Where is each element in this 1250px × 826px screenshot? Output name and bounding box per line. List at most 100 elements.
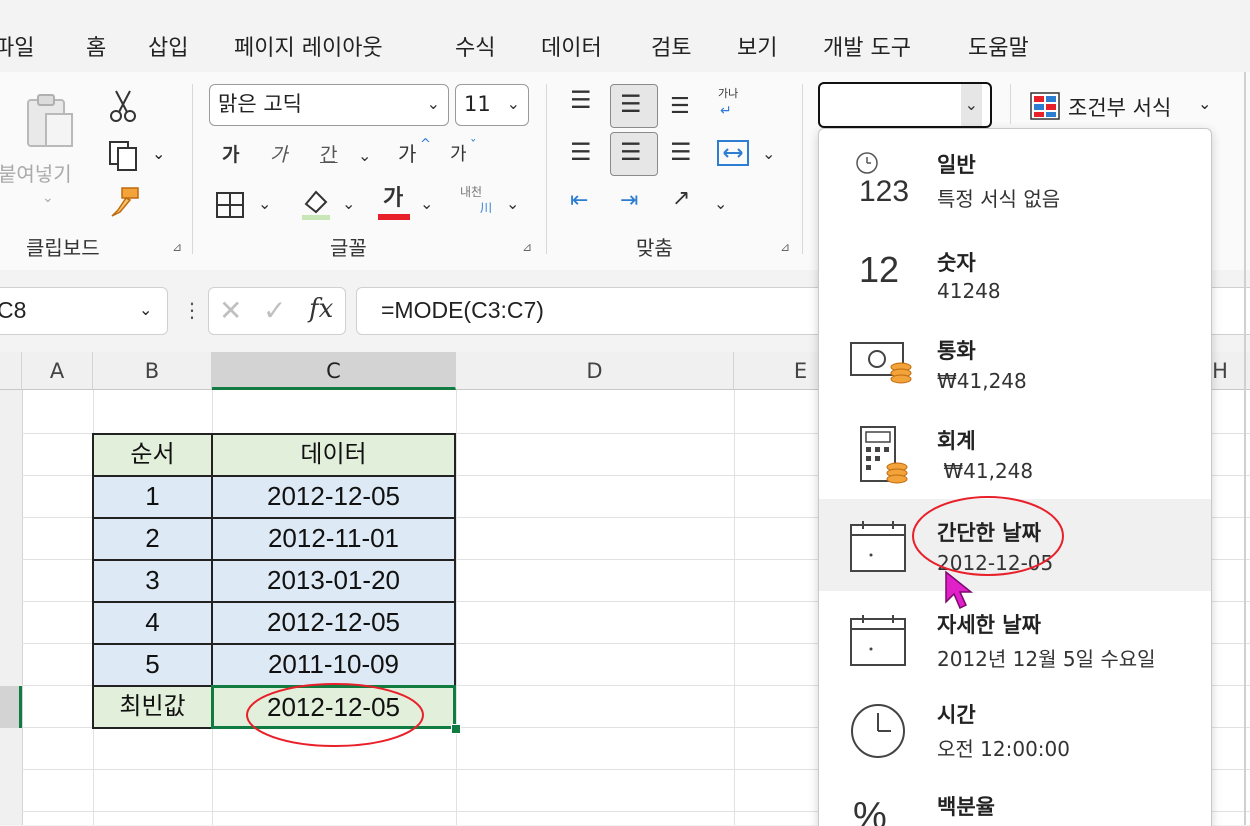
format-option-general[interactable]: 123 일반 특정 서식 없음 — [819, 129, 1211, 221]
merge-center-icon[interactable] — [716, 138, 750, 168]
tab-insert[interactable]: 삽입 — [148, 30, 188, 62]
name-box[interactable]: C8 ⌄ — [0, 287, 168, 335]
table-cell-order[interactable]: 5 — [92, 643, 213, 687]
underline-dropdown-icon[interactable]: ⌄ — [358, 148, 371, 164]
bold-button[interactable]: 가 — [222, 146, 239, 165]
format-option-accounting[interactable]: 회계 ₩41,248 — [819, 405, 1211, 497]
text-orientation-icon[interactable]: ↗ — [672, 188, 690, 210]
table-cell-order[interactable]: 3 — [92, 559, 213, 603]
fill-color-dropdown-icon[interactable]: ⌄ — [342, 196, 355, 212]
table-cell-date[interactable]: 2013-01-20 — [211, 559, 456, 603]
enter-icon[interactable]: ✓ — [263, 294, 286, 327]
column-header-d[interactable]: D — [456, 352, 734, 390]
table-header-data[interactable]: 데이터 — [211, 433, 456, 477]
format-painter-icon[interactable] — [108, 186, 142, 220]
merge-dropdown-icon[interactable]: ⌄ — [762, 146, 775, 162]
select-all-corner[interactable] — [0, 352, 22, 390]
format-title: 시간 — [937, 703, 976, 727]
tab-help[interactable]: 도움말 — [968, 30, 1029, 62]
align-bottom-icon[interactable]: ☰ — [670, 96, 690, 118]
tab-view[interactable]: 보기 — [737, 30, 777, 62]
grow-font-button[interactable]: 가 — [398, 144, 416, 164]
align-left-icon[interactable]: ☰ — [570, 140, 592, 164]
number-format-select[interactable]: ⌄ — [818, 82, 992, 128]
row-header-selected[interactable] — [0, 686, 22, 728]
format-option-number[interactable]: 12 숫자 41248 — [819, 221, 1211, 313]
tab-review[interactable]: 검토 — [651, 30, 691, 62]
align-right-icon[interactable]: ☰ — [670, 140, 692, 164]
format-title: 숫자 — [937, 251, 976, 275]
column-header-c[interactable]: C — [212, 352, 456, 390]
font-color-dropdown-icon[interactable]: ⌄ — [420, 196, 433, 212]
conditional-format-dropdown-icon[interactable]: ⌄ — [1198, 94, 1211, 113]
conditional-format-icon[interactable] — [1030, 92, 1060, 120]
more-options-icon[interactable]: ⋮ — [182, 298, 202, 322]
paste-icon[interactable] — [22, 92, 78, 152]
font-color-button[interactable]: 가 — [383, 188, 403, 210]
tab-data[interactable]: 데이터 — [541, 30, 602, 62]
borders-dropdown-icon[interactable]: ⌄ — [258, 196, 271, 212]
shrink-font-button[interactable]: 가 — [450, 146, 467, 164]
result-label-cell[interactable]: 최빈값 — [92, 685, 213, 729]
align-center-icon: ☰ — [620, 138, 642, 166]
format-sample: 특정 서식 없음 — [937, 187, 1061, 211]
mouse-cursor-icon — [945, 570, 974, 610]
shrink-arrow-icon: ˇ — [470, 139, 477, 154]
font-color-swatch — [378, 214, 410, 220]
clock-icon — [849, 701, 909, 761]
fill-color-icon[interactable] — [298, 186, 334, 222]
alignment-launcher-icon[interactable]: ⊿ — [780, 240, 790, 254]
tab-formulas[interactable]: 수식 — [455, 30, 495, 62]
text-orientation-dropdown-icon[interactable]: ⌄ — [714, 196, 727, 212]
ribbon-tab-bar: 파일 홈 삽입 페이지 레이아웃 수식 데이터 검토 보기 개발 도구 도움말 — [0, 0, 1250, 76]
table-cell-order[interactable]: 1 — [92, 475, 213, 519]
chevron-down-icon: ⌄ — [960, 84, 982, 126]
font-family-value: 맑은 고딕 — [218, 92, 302, 116]
format-option-currency[interactable]: 통화 ₩41,248 — [819, 313, 1211, 405]
table-cell-date[interactable]: 2012-12-05 — [211, 475, 456, 519]
table-header-order[interactable]: 순서 — [92, 433, 213, 477]
tab-page-layout[interactable]: 페이지 레이아웃 — [234, 30, 383, 62]
annotation-circle — [246, 683, 424, 747]
paste-dropdown-icon[interactable]: ⌄ — [42, 190, 54, 206]
table-cell-date[interactable]: 2012-12-05 — [211, 601, 456, 645]
table-cell-order[interactable]: 4 — [92, 601, 213, 645]
align-top-icon[interactable]: ☰ — [570, 88, 592, 112]
window-edge — [1244, 72, 1246, 825]
copy-icon[interactable] — [106, 138, 142, 172]
conditional-format-button[interactable]: 조건부 서식 — [1068, 92, 1171, 122]
format-option-percent[interactable]: % 백분율 — [819, 775, 1211, 826]
format-option-time[interactable]: 시간 오전 12:00:00 — [819, 683, 1211, 775]
table-cell-order[interactable]: 2 — [92, 517, 213, 561]
cut-icon[interactable] — [108, 88, 138, 124]
clipboard-launcher-icon[interactable]: ⊿ — [172, 240, 182, 254]
tab-home[interactable]: 홈 — [86, 30, 106, 76]
cancel-icon[interactable]: ✕ — [219, 294, 242, 327]
font-size-select[interactable]: 11 ⌄ — [455, 84, 529, 126]
phonetic-button[interactable]: 내천 — [460, 186, 482, 198]
orientation-button[interactable]: 가나 — [718, 88, 738, 99]
phonetic-dropdown-icon[interactable]: ⌄ — [506, 196, 519, 212]
format-option-long-date[interactable]: 자세한 날짜 2012년 12월 5일 수요일 — [819, 591, 1211, 683]
underline-button[interactable]: 간 — [320, 146, 337, 165]
table-cell-date[interactable]: 2012-11-01 — [211, 517, 456, 561]
format-title: 일반 — [937, 153, 976, 177]
increase-indent-icon[interactable]: ⇥ — [620, 190, 638, 212]
copy-dropdown-icon[interactable]: ⌄ — [152, 144, 165, 163]
fill-handle[interactable] — [451, 724, 461, 734]
italic-button[interactable]: 가 — [270, 146, 287, 165]
column-header-b[interactable]: B — [93, 352, 212, 390]
tab-file[interactable]: 파일 — [0, 30, 34, 62]
font-group-label: 글꼴 — [330, 236, 367, 260]
font-launcher-icon[interactable]: ⊿ — [522, 240, 532, 254]
column-header-a[interactable]: A — [22, 352, 93, 390]
borders-icon[interactable] — [214, 190, 246, 220]
format-title: 자세한 날짜 — [937, 613, 1041, 637]
tab-developer[interactable]: 개발 도구 — [823, 30, 911, 62]
insert-function-button[interactable]: fx — [309, 294, 333, 324]
clipboard-group-label: 클립보드 — [26, 236, 100, 260]
phonetic-icon: 川 — [480, 201, 493, 215]
font-family-select[interactable]: 맑은 고딕 ⌄ — [209, 84, 449, 126]
paste-button[interactable]: 붙여넣기 — [0, 158, 72, 187]
decrease-indent-icon[interactable]: ⇤ — [570, 190, 588, 212]
